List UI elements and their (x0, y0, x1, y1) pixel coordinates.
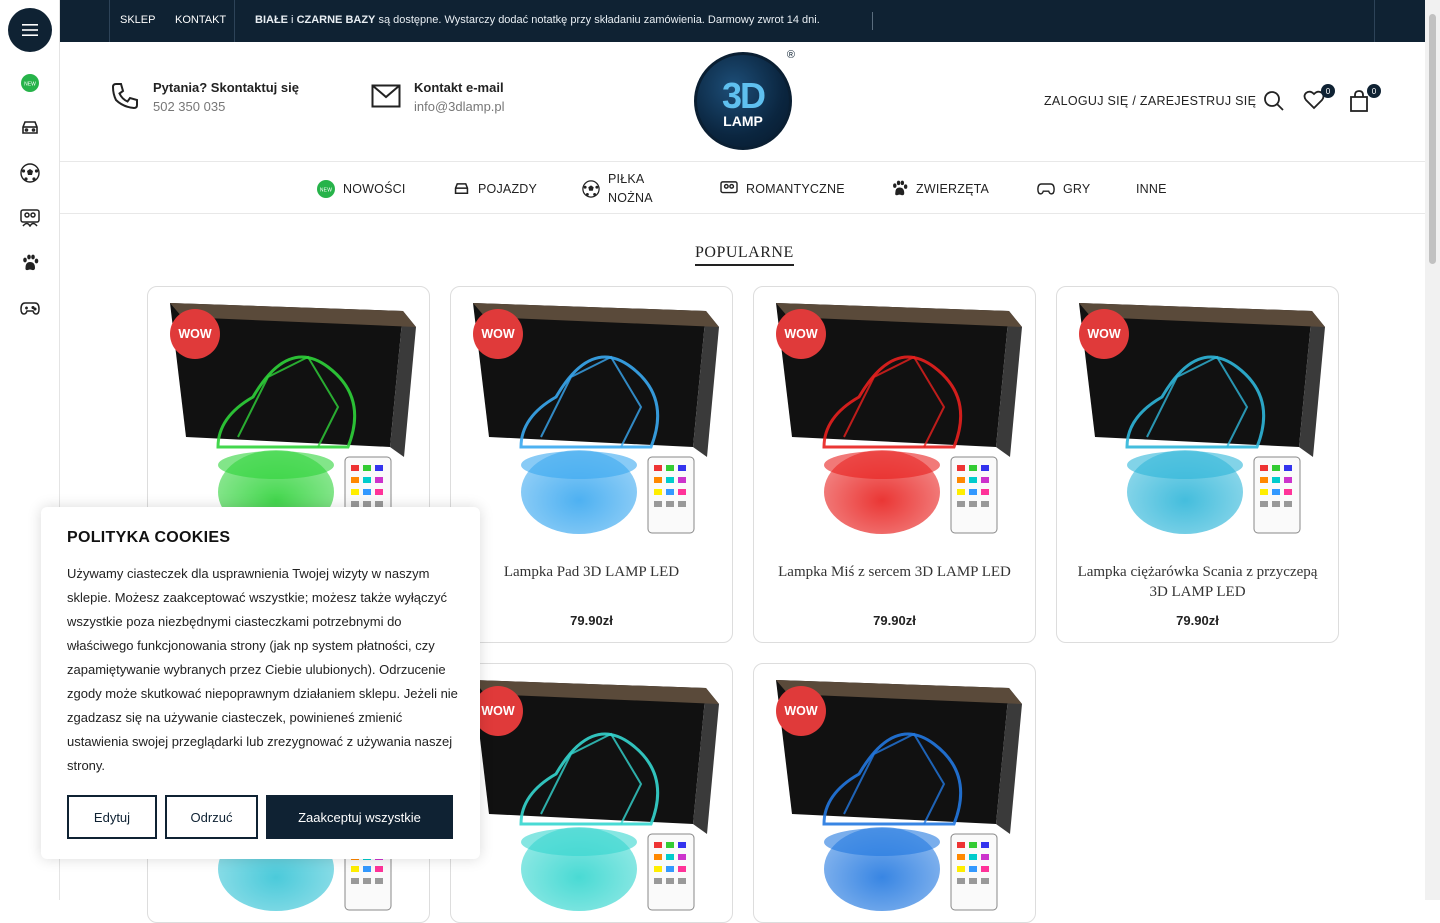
topbar-link-shop[interactable]: SKLEP (120, 14, 155, 26)
couple-icon (720, 180, 738, 193)
wishlist-count: 0 (1321, 84, 1335, 98)
main-navigation: NEW NOWOŚCI POJAZDY PIŁKA NOŻNA ROMANTYCZN… (60, 163, 1425, 214)
football-icon[interactable] (18, 161, 42, 185)
topbar-link-contact[interactable]: KONTAKT (175, 14, 226, 26)
new-badge-icon: NEW (317, 179, 335, 198)
menu-button[interactable] (8, 8, 52, 52)
site-header: Pytania? Skontaktuj się 502 350 035 Kont… (60, 42, 1425, 162)
site-logo[interactable]: 3D LAMP ® (694, 49, 795, 150)
wishlist-button[interactable]: 0 (1303, 84, 1335, 114)
product-card[interactable]: WOW (450, 663, 733, 923)
shopping-bag-icon (1350, 90, 1368, 112)
football-icon (582, 179, 600, 198)
search-button[interactable] (1263, 90, 1287, 114)
scrollbar[interactable] (1425, 0, 1440, 900)
logo-text-lamp: LAMP (723, 113, 763, 129)
cookie-text: Używamy ciasteczek dla usprawnienia Twoj… (67, 566, 458, 773)
product-price: 79.90zł (1176, 613, 1219, 628)
new-badge-icon[interactable]: NEW (18, 71, 42, 95)
wow-badge: WOW (170, 309, 220, 359)
logo-text-3d: 3D (721, 75, 766, 116)
cookie-consent-dialog: POLITYKA COOKIES Używamy ciasteczek dla … (41, 507, 480, 859)
nav-item-romantic[interactable]: ROMANTYCZNE (720, 163, 845, 214)
product-card[interactable]: WOW (753, 663, 1036, 923)
nav-item-other[interactable]: INNE (1136, 163, 1167, 214)
paw-icon[interactable] (18, 251, 42, 275)
phone-contact[interactable]: Pytania? Skontaktuj się 502 350 035 (153, 80, 299, 114)
product-price: 79.90zł (873, 613, 916, 628)
email-contact[interactable]: Kontakt e-mail info@3dlamp.pl (414, 80, 505, 114)
cookie-title: POLITYKA COOKIES (67, 529, 231, 546)
nav-item-animals[interactable]: ZWIERZĘTA (891, 163, 989, 214)
product-title[interactable]: Lampka Pad 3D LAMP LED (461, 562, 722, 582)
wow-badge: WOW (1079, 309, 1129, 359)
cart-count: 0 (1367, 84, 1381, 98)
product-card[interactable]: WOW Lampka Pad 3D LAMP LED 79.90zł (450, 286, 733, 643)
search-icon (1264, 91, 1284, 111)
nav-item-games[interactable]: GRY (1037, 163, 1090, 214)
nav-item-vehicles[interactable]: POJAZDY (453, 163, 537, 214)
wow-badge: WOW (776, 686, 826, 736)
couple-icon[interactable] (18, 206, 42, 230)
phone-title: Pytania? Skontaktuj się (153, 80, 299, 95)
nav-item-football[interactable]: PIŁKA NOŻNA (582, 163, 653, 214)
gamepad-icon[interactable] (18, 296, 42, 320)
nav-item-new[interactable]: NEW NOWOŚCI (317, 163, 406, 214)
product-price: 79.90zł (570, 613, 613, 628)
scrollbar-thumb[interactable] (1429, 14, 1436, 264)
hamburger-icon (22, 24, 38, 36)
wow-badge: WOW (473, 309, 523, 359)
wow-badge: WOW (776, 309, 826, 359)
product-card[interactable]: WOW Lampka ciężarówka Scania z przyczepą … (1056, 286, 1339, 643)
mail-icon (371, 84, 401, 108)
logo-registered-mark: ® (786, 49, 795, 61)
cookie-edit-button[interactable]: Edytuj (67, 795, 157, 839)
car-icon (454, 182, 469, 194)
cart-button[interactable]: 0 (1349, 84, 1381, 114)
cookie-accept-button[interactable]: Zaakceptuj wszystkie (266, 795, 453, 839)
wow-badge: WOW (473, 686, 523, 736)
product-title[interactable]: Lampka Miś z sercem 3D LAMP LED (764, 562, 1025, 582)
login-register-link[interactable]: ZALOGUJ SIĘ / ZAREJESTRUJ SIĘ (1044, 94, 1256, 108)
product-card[interactable]: WOW Lampka Miś z sercem 3D LAMP LED 79.90z… (753, 286, 1036, 643)
paw-icon (893, 180, 908, 196)
top-bar: SKLEP KONTAKT BIAŁE i CZARNE BAZY są dos… (60, 0, 1425, 42)
svg-text:NEW: NEW (320, 187, 332, 193)
phone-icon (111, 83, 138, 110)
car-icon[interactable] (18, 116, 42, 140)
svg-text:NEW: NEW (24, 82, 36, 88)
topbar-promo-text: BIAŁE i CZARNE BAZY są dostępne. Wystarc… (255, 14, 820, 26)
gamepad-icon (1037, 183, 1055, 195)
phone-number[interactable]: 502 350 035 (153, 99, 225, 114)
email-address[interactable]: info@3dlamp.pl (414, 99, 505, 114)
cookie-reject-button[interactable]: Odrzuć (165, 795, 258, 839)
email-title: Kontakt e-mail (414, 80, 504, 95)
product-title[interactable]: Lampka ciężarówka Scania z przyczepą 3D … (1067, 562, 1328, 602)
section-title: POPULARNE (695, 244, 794, 266)
